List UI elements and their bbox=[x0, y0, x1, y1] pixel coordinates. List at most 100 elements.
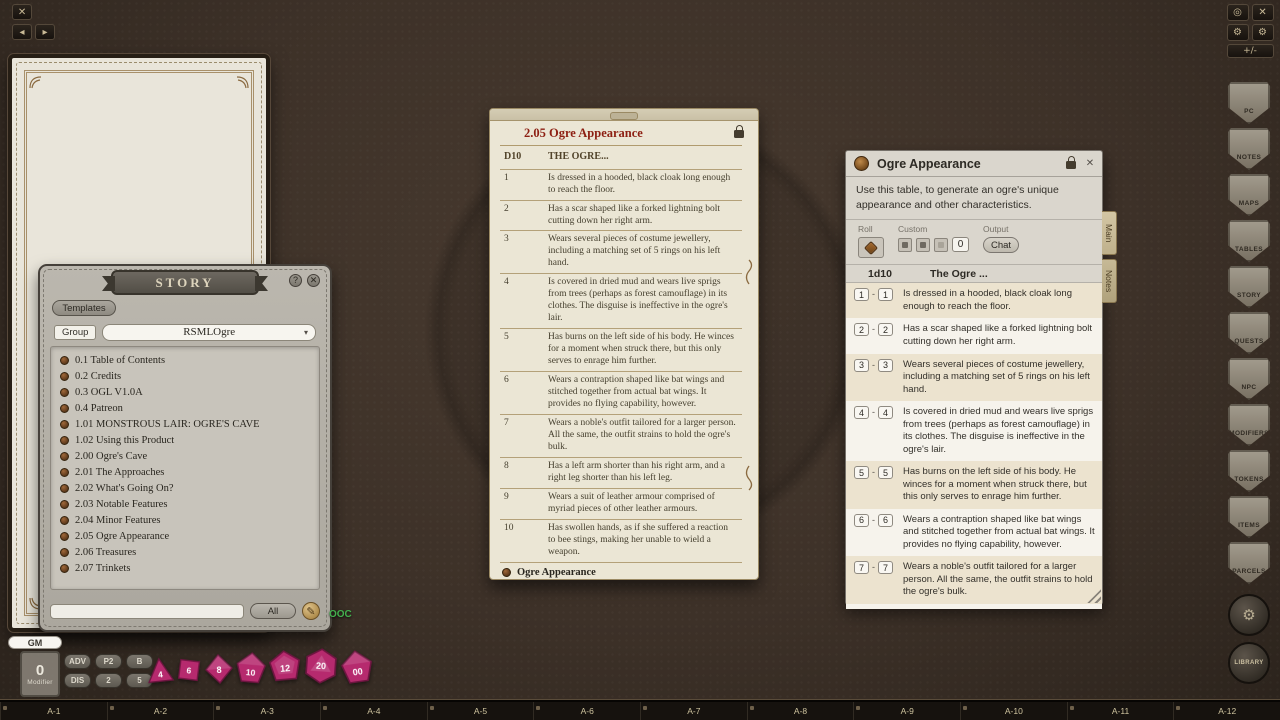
output-chat-button[interactable]: Chat bbox=[983, 237, 1019, 253]
dice-modifier-box[interactable]: 0 Modifier bbox=[20, 651, 60, 697]
sidebar-item-story[interactable]: STORY bbox=[1228, 266, 1270, 308]
range-from-box[interactable]: 7 bbox=[854, 561, 869, 574]
table-header-row: D10 THE OGRE... bbox=[500, 146, 742, 170]
story-group-select[interactable]: RSMLOgre ▾ bbox=[102, 324, 316, 341]
sidebar-item-pc[interactable]: PC bbox=[1228, 82, 1270, 124]
plus-minus-button[interactable]: +/- bbox=[1227, 44, 1274, 58]
window-drag-bar[interactable] bbox=[490, 109, 758, 121]
range-from-box[interactable]: 3 bbox=[854, 359, 869, 372]
sidebar-item-tokens[interactable]: TOKENS bbox=[1228, 450, 1270, 492]
top-left-controls: ✕ ◂ ▸ bbox=[12, 4, 55, 40]
range-from-box[interactable]: 4 bbox=[854, 406, 869, 419]
templates-button[interactable]: Templates bbox=[52, 300, 116, 316]
help-button[interactable]: ? bbox=[289, 274, 302, 287]
ooc-chat-indicator[interactable]: OOC bbox=[329, 609, 352, 620]
range-to-box[interactable]: 2 bbox=[878, 323, 893, 336]
tab-main[interactable]: Main bbox=[1102, 211, 1117, 255]
range-from-box[interactable]: 6 bbox=[854, 514, 869, 527]
sidebar-item-modifiers[interactable]: MODIFIERS bbox=[1228, 404, 1270, 446]
table-link[interactable]: Ogre Appearance bbox=[490, 563, 758, 579]
story-list-item[interactable]: 1.02 Using this Product bbox=[51, 432, 319, 448]
close-icon[interactable]: ✕ bbox=[12, 4, 32, 20]
lock-icon[interactable] bbox=[734, 130, 744, 138]
ruler-label: A-9 bbox=[853, 702, 960, 720]
tab-notes[interactable]: Notes bbox=[1102, 259, 1117, 303]
custom-clear-button[interactable] bbox=[934, 238, 948, 252]
story-list-item[interactable]: 2.05 Ogre Appearance bbox=[51, 528, 319, 544]
story-list-item[interactable]: 1.01 MONSTROUS LAIR: OGRE'S CAVE bbox=[51, 416, 319, 432]
quick-button[interactable]: 2 bbox=[95, 673, 122, 688]
sidebar-item-notes[interactable]: NOTES bbox=[1228, 128, 1270, 170]
dis-button[interactable]: DIS bbox=[64, 673, 91, 688]
library-button[interactable]: LIBRARY bbox=[1228, 642, 1270, 684]
story-list-item[interactable]: 2.01 The Approaches bbox=[51, 464, 319, 480]
story-list-item[interactable]: 0.2 Credits bbox=[51, 368, 319, 384]
options-button[interactable]: ⚙ bbox=[1228, 594, 1270, 636]
group-value: RSMLOgre bbox=[183, 326, 235, 338]
gear-icon[interactable]: ⚙ bbox=[1227, 24, 1249, 41]
close-button[interactable]: ✕ bbox=[307, 274, 320, 287]
story-list-item[interactable]: 2.03 Notable Features bbox=[51, 496, 319, 512]
roll-die-button[interactable] bbox=[858, 237, 884, 258]
lock-icon[interactable] bbox=[1066, 161, 1076, 169]
gear-icon[interactable]: ⚙ bbox=[1252, 24, 1274, 41]
range-to-box[interactable]: 7 bbox=[878, 561, 893, 574]
d8-die[interactable]: 8 bbox=[203, 653, 235, 685]
d4-die[interactable]: 4 bbox=[145, 655, 176, 686]
close-icon[interactable]: ✕ bbox=[1083, 156, 1097, 170]
range-to-box[interactable]: 5 bbox=[878, 466, 893, 479]
range-to-box[interactable]: 3 bbox=[878, 359, 893, 372]
table-row: 4Is covered in dried mud and wears live … bbox=[500, 274, 742, 329]
story-filter-input[interactable] bbox=[50, 604, 244, 619]
sidebar-item-tables[interactable]: TABLES bbox=[1228, 220, 1270, 262]
range-to-box[interactable]: 6 bbox=[878, 514, 893, 527]
group-label: Group bbox=[54, 325, 96, 340]
table-row: 8-8Has a left arm shorter than his right… bbox=[846, 604, 1102, 609]
story-list-item[interactable]: 2.04 Minor Features bbox=[51, 512, 319, 528]
story-window-title: STORY bbox=[111, 270, 259, 295]
sidebar-item-quests[interactable]: QUESTS bbox=[1228, 312, 1270, 354]
custom-modifier-box[interactable]: 0 bbox=[952, 237, 969, 252]
range-from-box[interactable]: 5 bbox=[854, 466, 869, 479]
close-icon[interactable]: ✕ bbox=[1252, 4, 1274, 21]
custom-dice-button[interactable] bbox=[898, 238, 912, 252]
d20-die[interactable]: 20 bbox=[302, 647, 340, 685]
story-list-item[interactable]: 2.07 Trinkets bbox=[51, 560, 319, 576]
d12-die[interactable]: 12 bbox=[267, 649, 304, 686]
story-entry-icon bbox=[60, 372, 69, 381]
story-window: STORY ? ✕ Templates Group RSMLOgre ▾ 0.1… bbox=[38, 264, 332, 632]
roller-window-title: Ogre Appearance bbox=[877, 157, 981, 171]
chevron-right-icon[interactable]: ▸ bbox=[35, 24, 55, 40]
custom-grid-button[interactable] bbox=[916, 238, 930, 252]
story-list-item[interactable]: 0.4 Patreon bbox=[51, 400, 319, 416]
story-list-item[interactable]: 2.02 What's Going On? bbox=[51, 480, 319, 496]
sidebar-item-maps[interactable]: MAPS bbox=[1228, 174, 1270, 216]
sidebar-item-items[interactable]: ITEMS bbox=[1228, 496, 1270, 538]
story-list-item[interactable]: 2.00 Ogre's Cave bbox=[51, 448, 319, 464]
range-to-box[interactable]: 4 bbox=[878, 406, 893, 419]
range-to-box[interactable]: 1 bbox=[878, 288, 893, 301]
table-row: 5-5Has burns on the left side of his bod… bbox=[846, 461, 1102, 509]
story-entry-icon bbox=[60, 500, 69, 509]
d10-die[interactable]: 10 bbox=[234, 651, 269, 686]
adv-button[interactable]: ADV bbox=[64, 654, 91, 669]
d6-die[interactable]: 6 bbox=[173, 654, 204, 685]
filter-all-button[interactable]: All bbox=[250, 603, 296, 619]
roller-titlebar[interactable]: Ogre Appearance ✕ bbox=[846, 151, 1102, 177]
story-list-item[interactable]: 0.1 Table of Contents bbox=[51, 352, 319, 368]
range-from-box[interactable]: 2 bbox=[854, 323, 869, 336]
d100-die[interactable]: 00 bbox=[338, 648, 376, 686]
quick-button[interactable]: P2 bbox=[95, 654, 122, 669]
sidebar-item-npc[interactable]: NPC bbox=[1228, 358, 1270, 400]
sidebar-item-parcels[interactable]: PARCELS bbox=[1228, 542, 1270, 584]
range-from-box[interactable]: 1 bbox=[854, 288, 869, 301]
story-list-item[interactable]: 0.3 OGL V1.0A bbox=[51, 384, 319, 400]
chevron-left-icon[interactable]: ◂ bbox=[12, 24, 32, 40]
story-entry-icon bbox=[60, 436, 69, 445]
target-icon[interactable]: ◎ bbox=[1227, 4, 1249, 21]
story-list-item[interactable]: 2.06 Treasures bbox=[51, 544, 319, 560]
gm-speaker-label: GM bbox=[8, 636, 62, 649]
story-footer: All ✎ bbox=[50, 601, 320, 621]
table-link-icon bbox=[502, 568, 511, 577]
edit-pencil-button[interactable]: ✎ bbox=[302, 602, 320, 620]
